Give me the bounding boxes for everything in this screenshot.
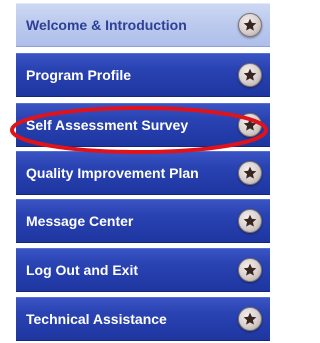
star-icon-glyph [243, 312, 257, 325]
nav-item-log-out-and-exit[interactable]: Log Out and Exit [16, 248, 270, 292]
star-icon[interactable] [238, 13, 262, 37]
nav-item-welcome-introduction[interactable]: Welcome & Introduction [16, 3, 270, 47]
star-icon[interactable] [238, 63, 262, 87]
nav-item-quality-improvement-plan[interactable]: Quality Improvement Plan [16, 151, 270, 195]
nav-item-self-assessment-survey[interactable]: Self Assessment Survey [16, 103, 270, 147]
nav-item-label: Self Assessment Survey [26, 117, 189, 133]
nav-item-label: Message Center [26, 213, 134, 229]
star-icon-glyph [243, 166, 257, 179]
star-icon[interactable] [238, 258, 262, 282]
star-icon-glyph [243, 263, 257, 276]
nav-item-label: Quality Improvement Plan [26, 165, 199, 181]
star-icon[interactable] [238, 209, 262, 233]
nav-item-label: Program Profile [26, 67, 132, 83]
nav-item-label: Log Out and Exit [26, 262, 138, 278]
star-icon[interactable] [238, 113, 262, 137]
star-icon-glyph [243, 18, 257, 31]
nav-item-label: Welcome & Introduction [26, 17, 187, 33]
main-navigation-menu: Welcome & Introduction Program Profile S… [16, 3, 270, 343]
nav-item-technical-assistance[interactable]: Technical Assistance [16, 297, 270, 341]
nav-item-label: Technical Assistance [26, 311, 167, 327]
star-icon-glyph [243, 214, 257, 227]
star-icon[interactable] [238, 307, 262, 331]
star-icon-glyph [243, 118, 257, 131]
nav-item-message-center[interactable]: Message Center [16, 199, 270, 243]
star-icon[interactable] [238, 161, 262, 185]
star-icon-glyph [243, 68, 257, 81]
nav-item-program-profile[interactable]: Program Profile [16, 53, 270, 97]
